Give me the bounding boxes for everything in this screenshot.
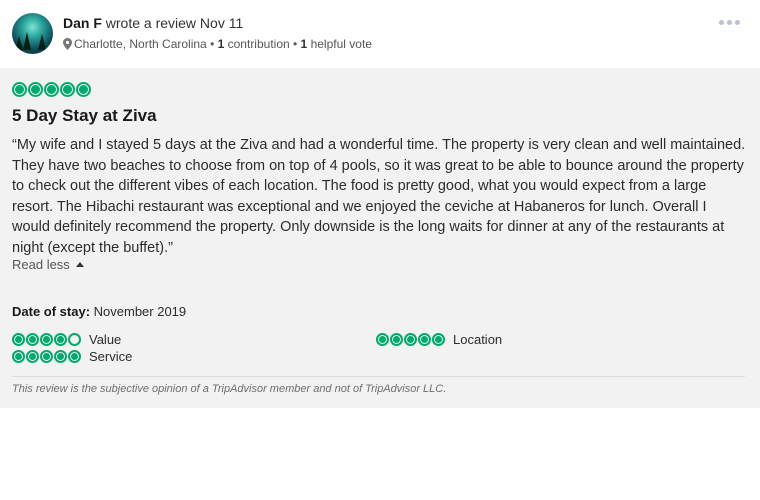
avatar-tree-shape: [38, 34, 46, 50]
filled-bubble-icon: [404, 333, 417, 346]
filled-bubble-icon: [376, 333, 389, 346]
filled-bubble-icon: [54, 333, 67, 346]
avatar-tree-shape: [23, 32, 31, 50]
review-card: 5 Day Stay at Ziva “My wife and I stayed…: [0, 68, 760, 408]
avatar[interactable]: [12, 13, 53, 54]
separator: •: [289, 37, 301, 51]
review-header: Dan F wrote a review Nov 11 Charlotte, N…: [0, 0, 760, 68]
filled-bubble-icon: [26, 350, 39, 363]
service-label: Service: [89, 349, 133, 364]
filled-bubble-icon: [44, 82, 59, 97]
empty-bubble-icon: [68, 333, 81, 346]
sub-rating-location: Location: [376, 332, 502, 347]
helpful-count: 1: [300, 37, 308, 51]
date-of-stay-value: November 2019: [90, 304, 187, 319]
filled-bubble-icon: [76, 82, 91, 97]
sub-rating-service: Service: [12, 349, 132, 364]
review-action-text: wrote a review Nov 11: [101, 15, 244, 31]
filled-bubble-icon: [418, 333, 431, 346]
filled-bubble-icon: [432, 333, 445, 346]
dot: [735, 20, 740, 25]
read-less-toggle[interactable]: Read less: [12, 257, 84, 272]
avatar-tree-shape: [15, 36, 23, 50]
date-of-stay: Date of stay: November 2019: [12, 304, 186, 319]
value-rating-bubbles: [12, 333, 81, 346]
date-of-stay-label: Date of stay:: [12, 304, 91, 319]
read-less-label: Read less: [12, 257, 70, 272]
filled-bubble-icon: [68, 350, 81, 363]
sub-rating-value: Value: [12, 332, 121, 347]
dot: [719, 20, 724, 25]
author-name[interactable]: Dan F: [63, 15, 102, 31]
caret-up-icon: [75, 262, 84, 267]
filled-bubble-icon: [12, 82, 27, 97]
filled-bubble-icon: [12, 333, 25, 346]
value-label: Value: [89, 332, 122, 347]
helpful-label: helpful vote: [307, 37, 372, 51]
overall-rating-bubbles: [12, 82, 91, 97]
dot: [727, 20, 732, 25]
location-label: Location: [453, 332, 503, 347]
location-rating-bubbles: [376, 333, 445, 346]
review-body: “My wife and I stayed 5 days at the Ziva…: [12, 137, 746, 256]
disclaimer: This review is the subjective opinion of…: [12, 383, 447, 395]
filled-bubble-icon: [390, 333, 403, 346]
more-dots-icon[interactable]: [719, 20, 740, 25]
author-location: Charlotte, North Carolina: [74, 37, 207, 51]
filled-bubble-icon: [28, 82, 43, 97]
filled-bubble-icon: [12, 350, 25, 363]
contribution-label: contribution: [224, 37, 290, 51]
filled-bubble-icon: [26, 333, 39, 346]
author-meta: Charlotte, North Carolina • 1 contributi…: [63, 37, 372, 51]
map-pin-icon: [63, 38, 72, 50]
separator: •: [206, 37, 218, 51]
author-line: Dan F wrote a review Nov 11: [63, 15, 243, 31]
review-title[interactable]: 5 Day Stay at Ziva: [12, 106, 157, 126]
filled-bubble-icon: [54, 350, 67, 363]
filled-bubble-icon: [40, 350, 53, 363]
filled-bubble-icon: [60, 82, 75, 97]
filled-bubble-icon: [40, 333, 53, 346]
service-rating-bubbles: [12, 350, 81, 363]
contribution-count: 1: [217, 37, 225, 51]
divider: [12, 376, 745, 377]
